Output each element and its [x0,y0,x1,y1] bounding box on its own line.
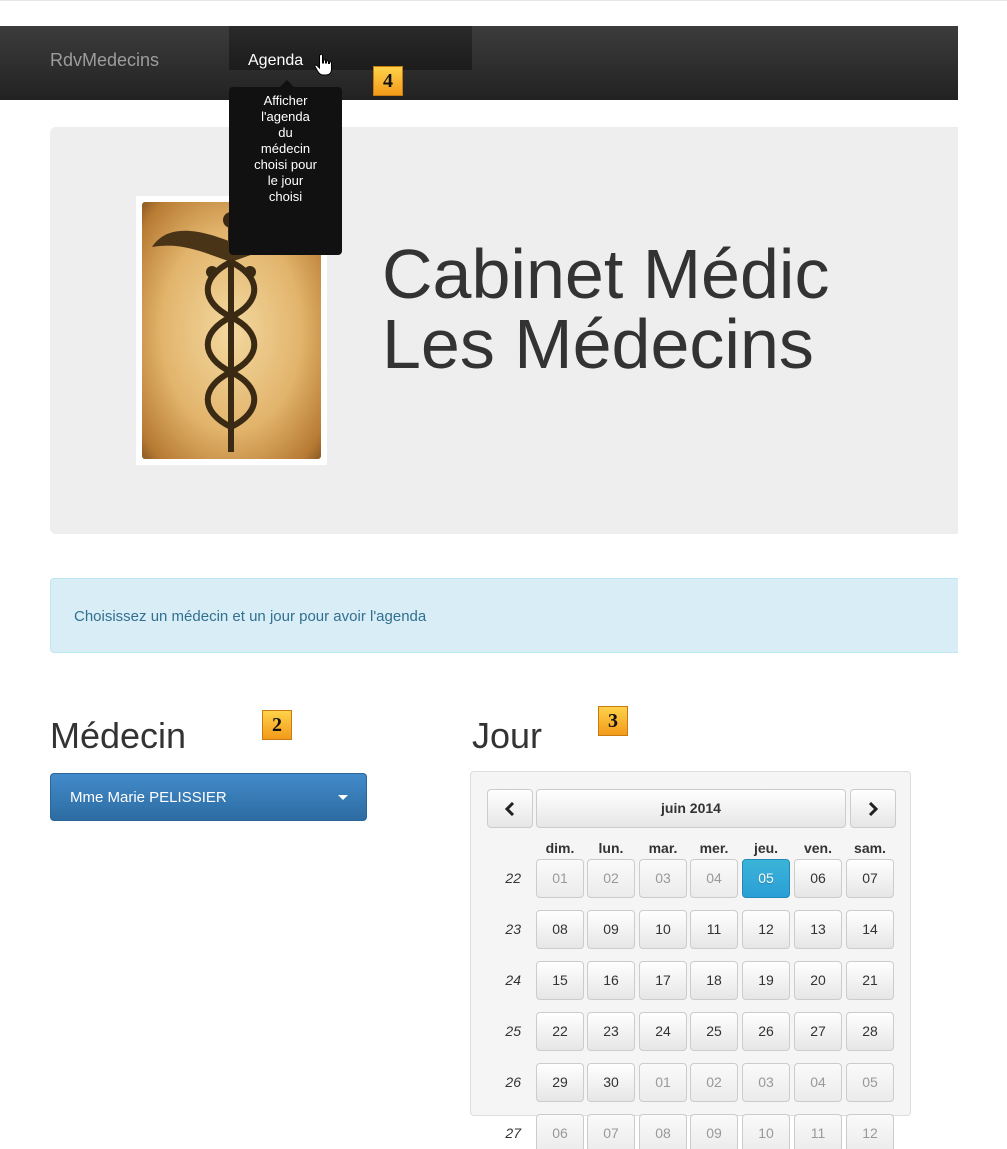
week-number: 23 [505,921,521,937]
navbar-brand[interactable]: RdvMedecins [50,50,159,71]
medecin-dropdown-label[interactable]: Mme Marie PELISSIER [70,789,227,806]
tooltip-line: médecin [260,141,311,156]
next-month-button[interactable] [850,789,896,828]
calendar-day[interactable]: 03 [742,1063,790,1102]
tooltip-line: choisi [268,189,303,204]
chevron-right-icon[interactable] [867,802,879,817]
calendar-day[interactable]: 05 [742,859,790,898]
annotation-badge-4: 4 [373,66,403,96]
tooltip-line: choisi pour [254,157,317,172]
calendar-day[interactable]: 20 [794,961,842,1000]
tooltip-line: Afficher [263,93,308,108]
agenda-tooltip: Afficher l'agenda du médecin choisi pour… [229,87,342,255]
calendar-day[interactable]: 22 [536,1012,584,1051]
calendar-day[interactable]: 17 [639,961,687,1000]
calendar-day[interactable]: 03 [639,859,687,898]
calendar-day[interactable]: 21 [846,961,894,1000]
annotation-badge-2: 2 [262,710,292,740]
chevron-left-icon[interactable] [504,802,516,817]
calendar-day[interactable]: 05 [846,1063,894,1102]
jour-heading: Jour [472,715,543,756]
calendar-day[interactable]: 01 [536,859,584,898]
info-alert: Choisissez un médecin et un jour pour av… [50,578,958,653]
nav-item-agenda[interactable]: Agenda [229,26,472,70]
week-number: 22 [505,870,521,886]
calendar-day[interactable]: 11 [690,910,738,949]
calendar-day[interactable]: 13 [794,910,842,949]
calendar-day[interactable]: 08 [536,910,584,949]
calendar-day[interactable]: 10 [742,1114,790,1149]
day-of-week-header: lun. [598,840,624,856]
calendar-day[interactable]: 23 [587,1012,635,1051]
calendar-day[interactable]: 07 [587,1114,635,1149]
calendar-day[interactable]: 09 [690,1114,738,1149]
hand-cursor-icon [314,54,332,76]
calendar-day[interactable]: 11 [794,1114,842,1149]
calendar-day[interactable]: 26 [742,1012,790,1051]
jumbotron: Cabinet Médic Les Médecins [50,127,958,534]
calendar-day[interactable]: 12 [846,1114,894,1149]
day-of-week-header: ven. [803,840,832,856]
day-of-week-header: dim. [545,840,575,856]
day-of-week-header: mer. [699,840,729,856]
tooltip-line: du [278,125,293,140]
calendar-day[interactable]: 04 [794,1063,842,1102]
day-of-week-header: mar. [648,840,678,856]
month-title-button[interactable]: juin 2014 [536,789,846,828]
calendar-day[interactable]: 18 [690,961,738,1000]
week-number: 26 [505,1074,521,1090]
page-title: Cabinet Médic Les Médecins [382,239,829,379]
calendar-day[interactable]: 28 [846,1012,894,1051]
calendar-day[interactable]: 29 [536,1063,584,1102]
alert-text: Choisissez un médecin et un jour pour av… [74,608,427,625]
calendar-day[interactable]: 30 [587,1063,635,1102]
calendar-day[interactable]: 06 [536,1114,584,1149]
datepicker: juin 2014 dim. lun. mar. mer. jeu. ven. sam. 22… [470,771,911,1149]
tooltip-line: l'agenda [261,109,310,124]
calendar-day[interactable]: 06 [794,859,842,898]
calendar-day[interactable]: 16 [587,961,635,1000]
navbar: RdvMedecins Agenda [0,26,958,100]
medecin-heading: Médecin [50,715,187,756]
medecin-dropdown[interactable]: Mme Marie PELISSIER [50,773,367,821]
calendar-day[interactable]: 15 [536,961,584,1000]
browser-top-strip [0,0,1007,26]
calendar-day[interactable]: 04 [690,859,738,898]
calendar-day[interactable]: 09 [587,910,635,949]
calendar-day[interactable]: 12 [742,910,790,949]
prev-month-button[interactable] [487,789,533,828]
calendar-day[interactable]: 07 [846,859,894,898]
calendar-day[interactable]: 02 [587,859,635,898]
calendar-day[interactable]: 10 [639,910,687,949]
calendar-day[interactable]: 02 [690,1063,738,1102]
day-of-week-header: sam. [854,840,886,856]
calendar-day[interactable]: 24 [639,1012,687,1051]
tooltip-line: le jour [267,173,304,188]
page-title-line1: Cabinet Médic [382,235,830,313]
calendar-day[interactable]: 25 [690,1012,738,1051]
annotation-badge-3: 3 [598,706,628,736]
tooltip-arrow [280,80,294,87]
day-of-week-header: jeu. [753,840,779,856]
calendar-day[interactable]: 19 [742,961,790,1000]
calendar-day[interactable]: 27 [794,1012,842,1051]
week-number: 25 [505,1023,521,1039]
calendar-day[interactable]: 01 [639,1063,687,1102]
week-number: 24 [505,972,521,988]
page-title-line2: Les Médecins [382,305,814,383]
week-number: 27 [505,1125,521,1141]
caret-down-icon[interactable] [338,795,348,800]
nav-item-agenda-label[interactable]: Agenda [248,52,303,70]
calendar-day[interactable]: 08 [639,1114,687,1149]
calendar-day[interactable]: 14 [846,910,894,949]
